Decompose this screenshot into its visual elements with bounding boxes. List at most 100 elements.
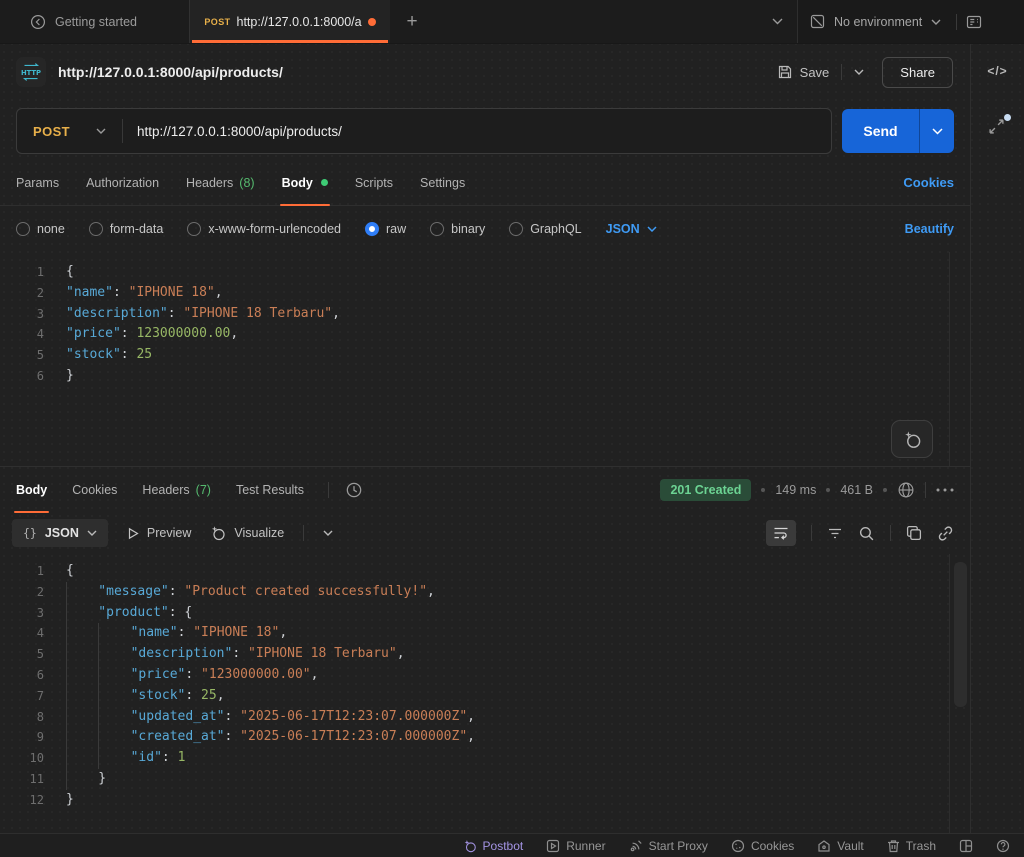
history-icon[interactable] — [345, 481, 363, 499]
environment-quick-look-icon[interactable] — [966, 14, 982, 30]
postbot-icon — [210, 525, 226, 541]
filter-icon[interactable] — [827, 527, 843, 540]
radio-icon[interactable] — [430, 222, 445, 236]
tab-body[interactable]: Body — [13, 467, 50, 513]
runner-icon — [546, 839, 560, 853]
request-body-editor[interactable]: 1{2 "name": "IPHONE 18", 3 "description": "… — [0, 252, 970, 467]
tab-test-results[interactable]: Test Results — [236, 467, 304, 512]
visualize-label: Visualize — [234, 526, 285, 540]
share-button[interactable]: Share — [882, 56, 953, 88]
expand-panel-icon[interactable] — [988, 118, 1005, 138]
method-selector[interactable]: POST — [17, 124, 122, 139]
statusbar-vault[interactable]: Vault — [817, 839, 864, 853]
play-icon — [127, 527, 139, 540]
beautify-link[interactable]: Beautify — [905, 222, 954, 236]
wrap-text-button[interactable] — [766, 520, 796, 546]
radio-icon[interactable] — [509, 222, 524, 236]
tab-bar: Getting started POST http://127.0.0.1:80… — [0, 0, 1024, 44]
svg-text:HTTP: HTTP — [21, 69, 41, 77]
code-line: 9 "created_at": "2025-06-17T12:23:07.0000… — [0, 727, 970, 749]
save-label: Save — [799, 64, 830, 80]
body-mode-options: none form-data x-www-form-urlencoded raw bin… — [16, 222, 582, 236]
vault-icon — [817, 839, 831, 853]
notification-dot — [1004, 114, 1011, 121]
cookie-icon — [731, 839, 745, 853]
code-line: 5 "description": "IPHONE 18 Terbaru", — [0, 644, 970, 665]
view-options-chevron-icon[interactable] — [323, 530, 333, 536]
url-input[interactable]: http://127.0.0.1:8000/api/products/ — [123, 124, 831, 139]
statusbar-cookies[interactable]: Cookies — [731, 839, 794, 853]
radio-icon[interactable] — [187, 222, 202, 236]
postbot-button[interactable] — [891, 420, 933, 458]
trash-icon — [887, 839, 900, 853]
tab-headers[interactable]: Headers (7) — [142, 467, 211, 512]
environment-selector[interactable]: No environment — [797, 0, 1024, 43]
tab-active-request[interactable]: POST http://127.0.0.1:8000/a — [190, 0, 390, 43]
postman-window: Getting started POST http://127.0.0.1:80… — [0, 0, 1024, 857]
statusbar-runner[interactable]: Runner — [546, 839, 606, 853]
tab-authorization[interactable]: Authorization — [86, 160, 159, 205]
tab-scripts[interactable]: Scripts — [355, 160, 393, 205]
code-line: 8 "updated_at": "2025-06-17T12:23:07.0000… — [0, 706, 970, 728]
new-tab-button[interactable]: + — [390, 0, 434, 43]
status-badge[interactable]: 201 Created — [660, 478, 752, 501]
request-editor-scrollbar[interactable] — [949, 252, 970, 466]
body-mode-binary[interactable]: binary — [430, 222, 485, 236]
status-bar: Postbot Runner Start Proxy Cookies Vault Tras… — [0, 833, 1024, 857]
radio-icon[interactable] — [365, 222, 379, 236]
response-editor-scrollbar[interactable] — [949, 554, 970, 833]
code-line: 5 "stock": 25 — [36, 347, 153, 363]
tab-body[interactable]: Body — [279, 160, 331, 206]
tab-settings[interactable]: Settings — [420, 160, 465, 205]
radio-icon[interactable] — [16, 222, 30, 236]
tab-title: http://127.0.0.1:8000/a — [236, 14, 362, 29]
statusbar-start-proxy[interactable]: Start Proxy — [629, 839, 708, 853]
body-mode-graphql[interactable]: GraphQL — [509, 222, 582, 236]
dot-separator — [883, 487, 887, 492]
tab-params[interactable]: Params — [16, 160, 59, 205]
body-mode-x-www-form-urlencoded[interactable]: x-www-form-urlencoded — [187, 222, 341, 236]
body-mode-raw[interactable]: raw — [365, 222, 406, 236]
send-options-chevron-icon[interactable] — [919, 109, 954, 153]
tab-cookies[interactable]: Cookies — [72, 467, 117, 512]
language-selector[interactable]: JSON — [606, 222, 657, 236]
language-label: JSON — [605, 222, 640, 236]
visualize-button[interactable]: Visualize — [210, 525, 284, 541]
radio-icon[interactable] — [88, 222, 103, 236]
statusbar-trash[interactable]: Trash — [887, 839, 936, 853]
send-button[interactable]: Send — [842, 109, 954, 153]
save-button[interactable]: Save — [777, 64, 830, 80]
response-view-selector[interactable]: {} JSON — [12, 519, 108, 547]
link-icon[interactable] — [937, 525, 954, 542]
divider — [303, 525, 305, 541]
response-history — [328, 481, 363, 499]
preview-button[interactable]: Preview — [127, 526, 191, 540]
body-mode-none[interactable]: none — [16, 222, 65, 236]
help-icon[interactable] — [996, 839, 1010, 853]
statusbar-postbot[interactable]: Postbot — [463, 839, 523, 853]
response-time: 149 ms — [775, 482, 817, 497]
save-options-chevron-icon[interactable] — [854, 69, 864, 75]
split-panel-icon[interactable] — [959, 839, 973, 853]
method-chevron-icon — [96, 128, 106, 134]
code-line: 1{ — [36, 264, 74, 279]
search-icon[interactable] — [858, 525, 875, 542]
code-snippet-icon[interactable]: </> — [971, 64, 1024, 78]
code-line: 12} — [29, 791, 74, 807]
copy-icon[interactable] — [906, 525, 922, 541]
tab-headers[interactable]: Headers (8) — [186, 160, 255, 205]
cookies-link[interactable]: Cookies — [903, 175, 954, 190]
scrollbar-thumb[interactable] — [954, 562, 967, 707]
request-body-code: 1{2 "name": "IPHONE 18", 3 "description": "… — [0, 262, 970, 387]
network-globe-icon[interactable] — [897, 481, 915, 499]
body-mode-form-data[interactable]: form-data — [88, 222, 163, 236]
more-options-icon[interactable] — [936, 488, 954, 492]
dot-separator — [761, 487, 766, 492]
unsaved-body-dot — [320, 179, 328, 186]
tab-getting-started[interactable]: Getting started — [0, 0, 190, 43]
code-line: 4 "price": 123000000.00, — [36, 326, 239, 342]
tab-overflow-chevron-icon[interactable] — [757, 0, 797, 43]
view-label: JSON — [44, 526, 79, 540]
tab-method-label: POST — [204, 16, 231, 27]
response-body-editor[interactable]: 1{2 "message": "Product created successfu… — [0, 554, 970, 833]
